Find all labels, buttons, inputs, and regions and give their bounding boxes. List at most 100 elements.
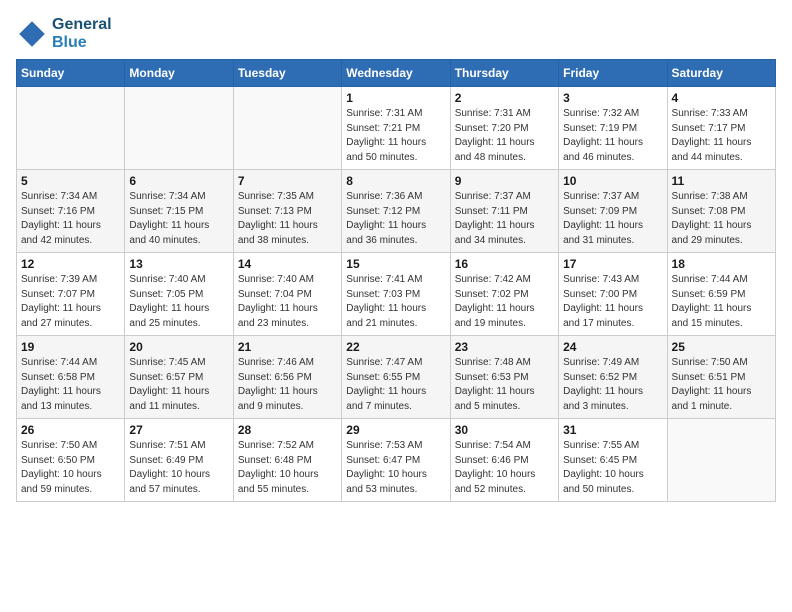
day-info: Sunrise: 7:55 AMSunset: 6:45 PMDaylight:…: [563, 439, 662, 497]
calendar-cell: 16 Sunrise: 7:42 AMSunset: 7:02 PMDayligh…: [450, 253, 558, 336]
week-row-1: 1 Sunrise: 7:31 AMSunset: 7:21 PMDaylight…: [17, 87, 776, 170]
day-number: 12: [21, 257, 120, 271]
calendar-cell: [17, 87, 125, 170]
week-row-4: 19Sunrise: 7:44 AMSunset: 6:58 PMDayligh…: [17, 336, 776, 419]
day-number: 22: [346, 340, 445, 354]
day-number: 18: [672, 257, 771, 271]
weekday-header-thursday: Thursday: [450, 60, 558, 87]
calendar-table: SundayMondayTuesdayWednesdayThursdayFrid…: [16, 59, 776, 502]
day-info: Sunrise: 7:50 AMSunset: 6:50 PMDaylight:…: [21, 439, 120, 497]
day-info: Sunrise: 7:42 AMSunset: 7:02 PMDaylight:…: [455, 273, 554, 331]
day-number: 21: [238, 340, 337, 354]
calendar-cell: 23Sunrise: 7:48 AMSunset: 6:53 PMDayligh…: [450, 336, 558, 419]
day-info: Sunrise: 7:46 AMSunset: 6:56 PMDaylight:…: [238, 356, 337, 414]
calendar-cell: 17 Sunrise: 7:43 AMSunset: 7:00 PMDayligh…: [559, 253, 667, 336]
weekday-header-friday: Friday: [559, 60, 667, 87]
day-info: Sunrise: 7:40 AMSunset: 7:04 PMDaylight:…: [238, 273, 337, 331]
calendar-cell: 26 Sunrise: 7:50 AMSunset: 6:50 PMDayligh…: [17, 419, 125, 502]
calendar-cell: 9 Sunrise: 7:37 AMSunset: 7:11 PMDaylight…: [450, 170, 558, 253]
calendar-cell: 13Sunrise: 7:40 AMSunset: 7:05 PMDayligh…: [125, 253, 233, 336]
day-number: 27: [129, 423, 228, 437]
calendar-cell: [667, 419, 775, 502]
day-number: 29: [346, 423, 445, 437]
week-row-5: 26 Sunrise: 7:50 AMSunset: 6:50 PMDayligh…: [17, 419, 776, 502]
calendar-cell: 5 Sunrise: 7:34 AMSunset: 7:16 PMDaylight…: [17, 170, 125, 253]
day-number: 28: [238, 423, 337, 437]
calendar-cell: 3Sunrise: 7:32 AMSunset: 7:19 PMDaylight…: [559, 87, 667, 170]
calendar-cell: 7 Sunrise: 7:35 AMSunset: 7:13 PMDaylight…: [233, 170, 341, 253]
calendar-cell: 24 Sunrise: 7:49 AMSunset: 6:52 PMDayligh…: [559, 336, 667, 419]
day-info: Sunrise: 7:34 AMSunset: 7:15 PMDaylight:…: [129, 190, 228, 248]
day-number: 2: [455, 91, 554, 105]
calendar-cell: 27Sunrise: 7:51 AMSunset: 6:49 PMDayligh…: [125, 419, 233, 502]
day-info: Sunrise: 7:44 AMSunset: 6:59 PMDaylight:…: [672, 273, 771, 331]
calendar-cell: 22 Sunrise: 7:47 AMSunset: 6:55 PMDayligh…: [342, 336, 450, 419]
calendar-cell: 2 Sunrise: 7:31 AMSunset: 7:20 PMDaylight…: [450, 87, 558, 170]
calendar-cell: 8 Sunrise: 7:36 AMSunset: 7:12 PMDaylight…: [342, 170, 450, 253]
calendar-cell: [233, 87, 341, 170]
day-info: Sunrise: 7:36 AMSunset: 7:12 PMDaylight:…: [346, 190, 445, 248]
day-info: Sunrise: 7:31 AMSunset: 7:21 PMDaylight:…: [346, 107, 445, 165]
day-info: Sunrise: 7:37 AMSunset: 7:09 PMDaylight:…: [563, 190, 662, 248]
day-info: Sunrise: 7:34 AMSunset: 7:16 PMDaylight:…: [21, 190, 120, 248]
page-container: General Blue SundayMondayTuesdayWednesda…: [0, 0, 792, 510]
calendar-cell: 10 Sunrise: 7:37 AMSunset: 7:09 PMDayligh…: [559, 170, 667, 253]
day-number: 31: [563, 423, 662, 437]
week-row-3: 12 Sunrise: 7:39 AMSunset: 7:07 PMDayligh…: [17, 253, 776, 336]
day-info: Sunrise: 7:35 AMSunset: 7:13 PMDaylight:…: [238, 190, 337, 248]
calendar-cell: 28 Sunrise: 7:52 AMSunset: 6:48 PMDayligh…: [233, 419, 341, 502]
day-number: 9: [455, 174, 554, 188]
day-number: 26: [21, 423, 120, 437]
day-number: 6: [129, 174, 228, 188]
day-info: Sunrise: 7:50 AMSunset: 6:51 PMDaylight:…: [672, 356, 771, 414]
day-number: 11: [672, 174, 771, 188]
weekday-header-row: SundayMondayTuesdayWednesdayThursdayFrid…: [17, 60, 776, 87]
day-info: Sunrise: 7:47 AMSunset: 6:55 PMDaylight:…: [346, 356, 445, 414]
logo: General Blue: [16, 16, 112, 51]
day-number: 7: [238, 174, 337, 188]
day-number: 24: [563, 340, 662, 354]
week-row-2: 5 Sunrise: 7:34 AMSunset: 7:16 PMDaylight…: [17, 170, 776, 253]
calendar-cell: 11 Sunrise: 7:38 AMSunset: 7:08 PMDayligh…: [667, 170, 775, 253]
day-info: Sunrise: 7:49 AMSunset: 6:52 PMDaylight:…: [563, 356, 662, 414]
logo-icon: [16, 18, 48, 50]
day-info: Sunrise: 7:41 AMSunset: 7:03 PMDaylight:…: [346, 273, 445, 331]
calendar-cell: 1 Sunrise: 7:31 AMSunset: 7:21 PMDaylight…: [342, 87, 450, 170]
day-number: 16: [455, 257, 554, 271]
day-number: 20: [129, 340, 228, 354]
day-number: 14: [238, 257, 337, 271]
calendar-cell: [125, 87, 233, 170]
calendar-cell: 21 Sunrise: 7:46 AMSunset: 6:56 PMDayligh…: [233, 336, 341, 419]
day-info: Sunrise: 7:38 AMSunset: 7:08 PMDaylight:…: [672, 190, 771, 248]
calendar-cell: 18 Sunrise: 7:44 AMSunset: 6:59 PMDayligh…: [667, 253, 775, 336]
day-info: Sunrise: 7:54 AMSunset: 6:46 PMDaylight:…: [455, 439, 554, 497]
day-info: Sunrise: 7:39 AMSunset: 7:07 PMDaylight:…: [21, 273, 120, 331]
calendar-cell: 14 Sunrise: 7:40 AMSunset: 7:04 PMDayligh…: [233, 253, 341, 336]
day-info: Sunrise: 7:31 AMSunset: 7:20 PMDaylight:…: [455, 107, 554, 165]
day-info: Sunrise: 7:37 AMSunset: 7:11 PMDaylight:…: [455, 190, 554, 248]
day-info: Sunrise: 7:48 AMSunset: 6:53 PMDaylight:…: [455, 356, 554, 414]
logo-text: General Blue: [52, 16, 112, 51]
header: General Blue: [16, 16, 776, 51]
calendar-cell: 20 Sunrise: 7:45 AMSunset: 6:57 PMDayligh…: [125, 336, 233, 419]
day-info: Sunrise: 7:32 AMSunset: 7:19 PMDaylight:…: [563, 107, 662, 165]
calendar-cell: 25 Sunrise: 7:50 AMSunset: 6:51 PMDayligh…: [667, 336, 775, 419]
calendar-cell: 4Sunrise: 7:33 AMSunset: 7:17 PMDaylight…: [667, 87, 775, 170]
day-number: 8: [346, 174, 445, 188]
day-number: 17: [563, 257, 662, 271]
weekday-header-monday: Monday: [125, 60, 233, 87]
day-info: Sunrise: 7:52 AMSunset: 6:48 PMDaylight:…: [238, 439, 337, 497]
day-number: 30: [455, 423, 554, 437]
day-number: 19: [21, 340, 120, 354]
calendar-cell: 19Sunrise: 7:44 AMSunset: 6:58 PMDayligh…: [17, 336, 125, 419]
calendar-cell: 15Sunrise: 7:41 AMSunset: 7:03 PMDayligh…: [342, 253, 450, 336]
day-info: Sunrise: 7:53 AMSunset: 6:47 PMDaylight:…: [346, 439, 445, 497]
day-number: 5: [21, 174, 120, 188]
day-info: Sunrise: 7:45 AMSunset: 6:57 PMDaylight:…: [129, 356, 228, 414]
day-info: Sunrise: 7:43 AMSunset: 7:00 PMDaylight:…: [563, 273, 662, 331]
day-number: 25: [672, 340, 771, 354]
day-number: 1: [346, 91, 445, 105]
day-number: 10: [563, 174, 662, 188]
weekday-header-saturday: Saturday: [667, 60, 775, 87]
day-info: Sunrise: 7:33 AMSunset: 7:17 PMDaylight:…: [672, 107, 771, 165]
